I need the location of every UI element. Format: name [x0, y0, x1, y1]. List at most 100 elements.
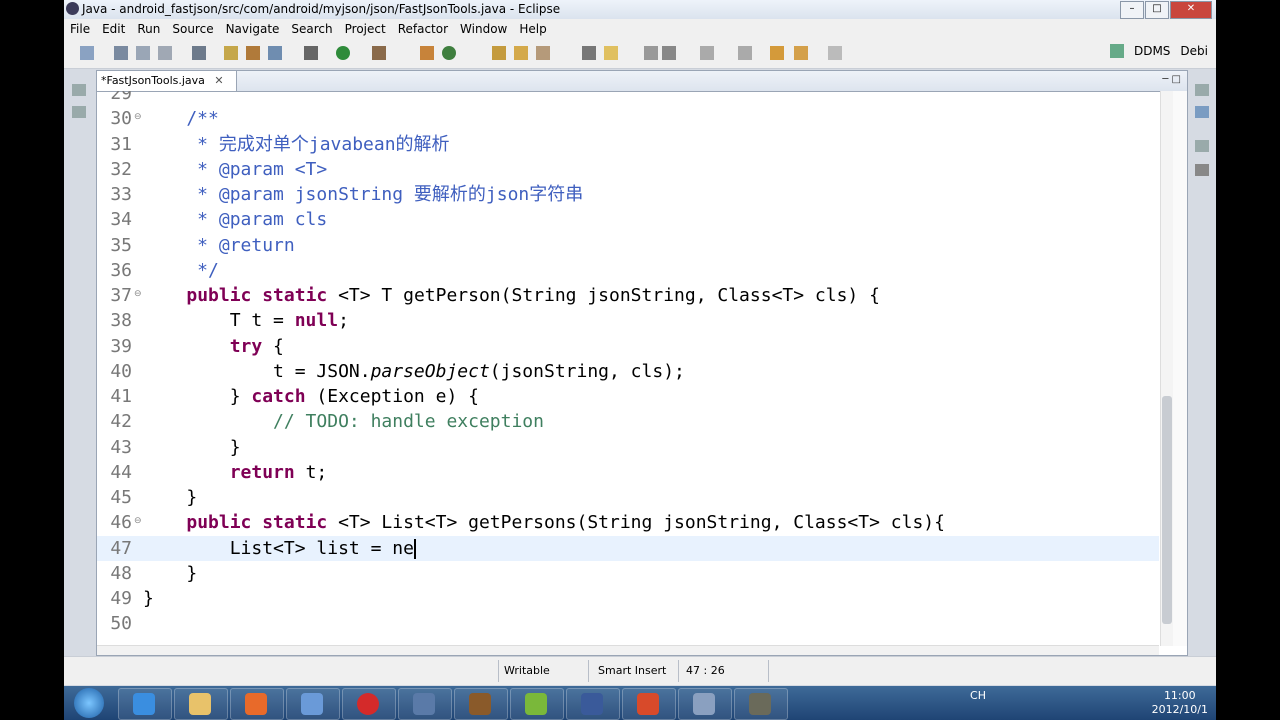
- show-whitespace-icon[interactable]: [644, 46, 658, 60]
- horizontal-scrollbar[interactable]: [97, 645, 1159, 655]
- code-line[interactable]: 37 ⊖ public static <T> T getPerson(String…: [97, 283, 1159, 308]
- code-line[interactable]: 49}: [97, 586, 1159, 611]
- windows-taskbar: CH 11:00 2012/10/1: [64, 686, 1216, 720]
- close-button[interactable]: ✕: [1170, 1, 1212, 19]
- code-line[interactable]: 31 * 完成对单个javabean的解析: [97, 132, 1159, 157]
- fold-toggle-icon[interactable]: ⊖: [134, 289, 142, 299]
- console-icon[interactable]: [1195, 164, 1209, 176]
- new-class-icon[interactable]: [268, 46, 282, 60]
- save-icon[interactable]: [114, 46, 128, 60]
- menu-window[interactable]: Window: [454, 22, 513, 36]
- taskbar-internet-explorer[interactable]: [118, 688, 172, 720]
- code-line[interactable]: 33 * @param jsonString 要解析的json字符串: [97, 182, 1159, 207]
- code-line[interactable]: 42 // TODO: handle exception: [97, 409, 1159, 434]
- minimize-view-icon[interactable]: [1195, 140, 1209, 152]
- taskbar-android[interactable]: [510, 688, 564, 720]
- menu-project[interactable]: Project: [339, 22, 392, 36]
- code-line[interactable]: 43 }: [97, 435, 1159, 460]
- outline-icon[interactable]: [1195, 106, 1209, 118]
- code-line[interactable]: 39 try {: [97, 334, 1159, 359]
- menu-edit[interactable]: Edit: [96, 22, 131, 36]
- code-line[interactable]: 29: [97, 91, 1159, 106]
- open-perspective-icon[interactable]: [1109, 44, 1124, 58]
- print-icon[interactable]: [158, 46, 172, 60]
- package-explorer-icon[interactable]: [72, 106, 86, 118]
- search-icon[interactable]: [536, 46, 550, 60]
- menu-run[interactable]: Run: [131, 22, 166, 36]
- coverage-icon[interactable]: [442, 46, 456, 60]
- maximize-button[interactable]: □: [1145, 1, 1169, 19]
- forward-icon[interactable]: [828, 46, 842, 60]
- open-resource-icon[interactable]: [514, 46, 528, 60]
- input-language[interactable]: CH: [970, 689, 986, 702]
- back-icon[interactable]: [794, 46, 808, 60]
- restore-icon[interactable]: [72, 84, 86, 96]
- menu-refactor[interactable]: Refactor: [392, 22, 454, 36]
- taskbar-app[interactable]: [454, 688, 508, 720]
- menu-help[interactable]: Help: [513, 22, 552, 36]
- code-line[interactable]: 36 */: [97, 258, 1159, 283]
- code-line[interactable]: 38 T t = null;: [97, 308, 1159, 333]
- external-tools-icon[interactable]: [372, 46, 386, 60]
- restore-icon[interactable]: [1195, 84, 1209, 96]
- code-line[interactable]: 41 } catch (Exception e) {: [97, 384, 1159, 409]
- start-button[interactable]: [74, 688, 104, 718]
- taskbar-app[interactable]: [678, 688, 732, 720]
- line-number: 43: [110, 436, 132, 458]
- code-line[interactable]: 40 t = JSON.parseObject(jsonString, cls)…: [97, 359, 1159, 384]
- code-text: * @param jsonString 要解析的json字符串: [143, 184, 584, 205]
- code-line[interactable]: 45 }: [97, 485, 1159, 510]
- perspective-ddms[interactable]: DDMS: [1134, 44, 1170, 58]
- run-icon[interactable]: [336, 46, 350, 60]
- new-package-icon[interactable]: [246, 46, 260, 60]
- overview-ruler[interactable]: [1173, 91, 1187, 646]
- new-java-project-icon[interactable]: [224, 46, 238, 60]
- clock[interactable]: 11:00 2012/10/1: [1152, 689, 1208, 717]
- taskbar-eclipse[interactable]: [622, 688, 676, 720]
- scroll-thumb[interactable]: [1162, 396, 1172, 624]
- toggle-mark-occurrences-icon[interactable]: [582, 46, 596, 60]
- taskbar-app[interactable]: [286, 688, 340, 720]
- open-type-icon[interactable]: [492, 46, 506, 60]
- taskbar-app[interactable]: [566, 688, 620, 720]
- minimize-maximize-icons[interactable]: ─ □: [1162, 74, 1181, 85]
- menu-source[interactable]: Source: [166, 22, 219, 36]
- save-all-icon[interactable]: [136, 46, 150, 60]
- code-line[interactable]: 44 return t;: [97, 460, 1159, 485]
- previous-annotation-icon[interactable]: [738, 46, 752, 60]
- code-line[interactable]: 32 * @param <T>: [97, 157, 1159, 182]
- vertical-scrollbar[interactable]: [1160, 91, 1173, 646]
- debug-icon[interactable]: [304, 46, 318, 60]
- fold-toggle-icon[interactable]: ⊖: [134, 516, 142, 526]
- menu-file[interactable]: File: [64, 22, 96, 36]
- taskbar-app[interactable]: [398, 688, 452, 720]
- code-area[interactable]: 29 30 ⊖ /** 31 * 完成对单个javabean的解析 32 * @para…: [97, 91, 1159, 646]
- status-writable: Writable: [504, 664, 550, 677]
- menu-navigate[interactable]: Navigate: [220, 22, 286, 36]
- android-sdk-icon[interactable]: [192, 46, 206, 60]
- code-line[interactable]: 34 * @param cls: [97, 207, 1159, 232]
- editor-tab[interactable]: *FastJsonTools.java ✕: [97, 71, 237, 91]
- toggle-highlight-icon[interactable]: [604, 46, 618, 60]
- new-icon[interactable]: [80, 46, 94, 60]
- close-tab-icon[interactable]: ✕: [214, 74, 223, 87]
- taskbar-explorer[interactable]: [174, 688, 228, 720]
- next-annotation-icon[interactable]: [700, 46, 714, 60]
- code-line[interactable]: 50: [97, 611, 1159, 636]
- taskbar-opera[interactable]: [342, 688, 396, 720]
- taskbar-media-player[interactable]: [230, 688, 284, 720]
- perspective-debug[interactable]: Debi: [1180, 44, 1208, 58]
- paragraph-icon[interactable]: [662, 46, 676, 60]
- taskbar-app[interactable]: [734, 688, 788, 720]
- code-line[interactable]: 30 ⊖ /**: [97, 106, 1159, 131]
- fold-toggle-icon[interactable]: ⊖: [134, 112, 142, 122]
- code-line[interactable]: 47 List<T> list = ne: [97, 535, 1159, 561]
- minimize-button[interactable]: –: [1120, 1, 1144, 19]
- code-line[interactable]: 46 ⊖ public static <T> List<T> getPersons…: [97, 510, 1159, 535]
- last-edit-location-icon[interactable]: [770, 46, 784, 60]
- new-java-class-icon[interactable]: [420, 46, 434, 60]
- code-line[interactable]: 35 * @return: [97, 233, 1159, 258]
- menu-search[interactable]: Search: [285, 22, 338, 36]
- clock-date: 2012/10/1: [1151, 703, 1208, 716]
- code-line[interactable]: 48 }: [97, 561, 1159, 586]
